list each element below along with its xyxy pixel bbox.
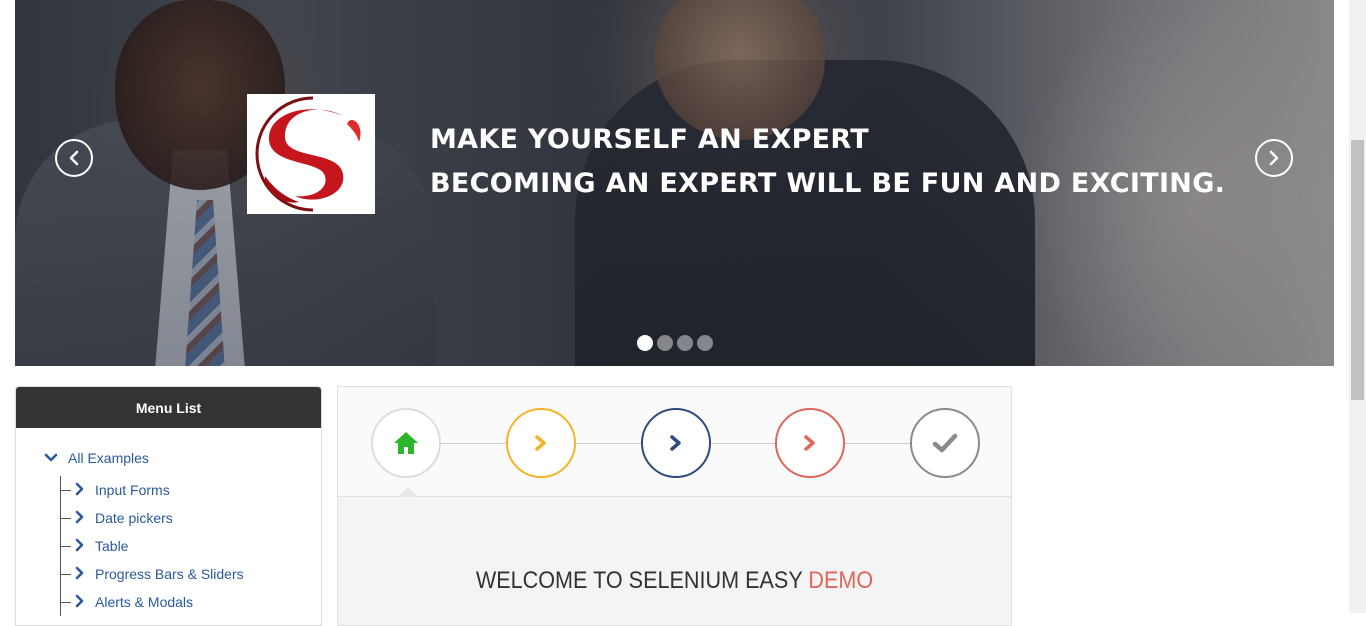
menu-item-label: All Examples — [68, 450, 149, 466]
carousel-prev-button[interactable] — [55, 139, 93, 177]
menu-item-alerts-modals[interactable]: Alerts & Modals — [61, 588, 321, 616]
chevron-right-icon — [75, 566, 87, 583]
active-step-caret — [398, 487, 418, 497]
carousel-dot-3[interactable] — [677, 335, 693, 351]
chevron-right-icon — [804, 435, 815, 451]
carousel-indicators — [637, 335, 713, 351]
chevron-right-icon — [535, 435, 546, 451]
welcome-text: WELCOME TO SELENIUM EASY — [475, 567, 809, 594]
check-icon — [932, 433, 958, 453]
hero-line-1: MAKE YOURSELF AN EXPERT — [430, 124, 870, 155]
menu-item-label: Date pickers — [95, 510, 173, 526]
hero-line-2: BECOMING AN EXPERT WILL BE FUN AND EXCIT… — [430, 168, 1226, 199]
wizard-panel: WELCOME TO SELENIUM EASY DEMO — [337, 386, 1012, 626]
hero-headline: MAKE YOURSELF AN EXPERT BECOMING AN EXPE… — [430, 118, 1225, 206]
chevron-right-icon — [75, 594, 87, 611]
step-home[interactable] — [371, 408, 441, 478]
step-4[interactable] — [775, 408, 845, 478]
carousel-dot-1[interactable] — [637, 335, 653, 351]
scrollbar-thumb[interactable] — [1351, 140, 1364, 400]
chevron-right-icon — [1269, 150, 1279, 166]
menu-item-label: Table — [95, 538, 129, 554]
menu-item-table[interactable]: Table — [61, 532, 321, 560]
menu-item-input-forms[interactable]: Input Forms — [61, 476, 321, 504]
home-icon — [394, 432, 418, 454]
page-scrollbar[interactable] — [1349, 0, 1366, 613]
wizard-steps — [338, 387, 1011, 497]
chevron-down-icon — [44, 451, 58, 466]
brand-logo — [247, 94, 375, 214]
menu-item-all-examples[interactable]: All Examples — [44, 448, 321, 468]
menu-item-label: Alerts & Modals — [95, 594, 194, 610]
chevron-right-icon — [75, 538, 87, 555]
menu-item-label: Progress Bars & Sliders — [95, 566, 244, 582]
menu-subtree: Input Forms Date pickers Table Progress … — [60, 476, 321, 616]
step-finish[interactable] — [910, 408, 980, 478]
menu-item-date-pickers[interactable]: Date pickers — [61, 504, 321, 532]
welcome-heading: WELCOME TO SELENIUM EASY DEMO — [372, 567, 978, 595]
menu-list-title: Menu List — [16, 387, 321, 428]
carousel-dot-4[interactable] — [697, 335, 713, 351]
hero-carousel: MAKE YOURSELF AN EXPERT BECOMING AN EXPE… — [15, 0, 1334, 366]
chevron-right-icon — [670, 435, 681, 451]
selenium-easy-logo-icon — [255, 96, 371, 212]
menu-item-label: Input Forms — [95, 482, 170, 498]
menu-list-panel: Menu List All Examples Input Forms Date … — [15, 386, 322, 626]
welcome-accent: DEMO — [808, 567, 874, 594]
chevron-right-icon — [75, 482, 87, 499]
chevron-left-icon — [69, 150, 79, 166]
menu-item-progress-bars[interactable]: Progress Bars & Sliders — [61, 560, 321, 588]
step-2[interactable] — [506, 408, 576, 478]
menu-tree: All Examples Input Forms Date pickers Ta… — [16, 428, 321, 616]
step-3[interactable] — [641, 408, 711, 478]
chevron-right-icon — [75, 510, 87, 527]
carousel-dot-2[interactable] — [657, 335, 673, 351]
carousel-next-button[interactable] — [1255, 139, 1293, 177]
